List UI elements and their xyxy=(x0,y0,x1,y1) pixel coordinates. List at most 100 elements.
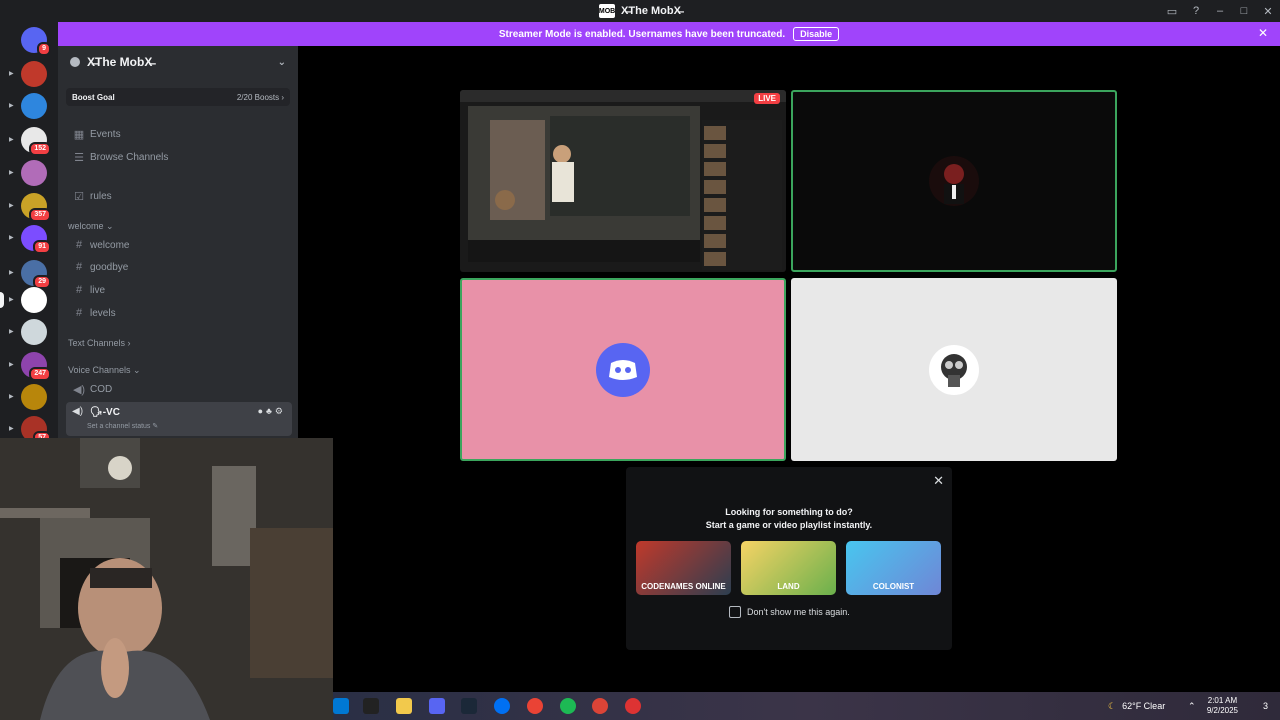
app-window: MOB X̶The MobX̶ ▭ ? – □ ✕ 9 ▶ ▶ 152 ▶ ▶ 357 ▶ 91… xyxy=(0,0,1280,720)
close-icon[interactable]: ✕ xyxy=(933,473,944,489)
game-label: COLONIST xyxy=(872,582,915,591)
chat-icon[interactable]: ● xyxy=(258,406,266,416)
disable-button[interactable]: Disable xyxy=(793,27,840,41)
server-blue-avatar-icon[interactable] xyxy=(21,93,47,119)
channel-live[interactable]: # live xyxy=(66,280,290,300)
unread-badge: 247 xyxy=(29,367,51,381)
clock-date: 9/2/2025 xyxy=(1206,706,1238,715)
rules-icon: ☑ xyxy=(74,190,84,203)
game-land[interactable]: LAND xyxy=(741,541,836,595)
close-icon[interactable]: ✕ xyxy=(1258,26,1268,40)
unread-indicator-icon: ▶ xyxy=(9,71,14,77)
server-white-hand-icon[interactable]: 152 xyxy=(21,127,51,156)
moon-icon: ☾ xyxy=(1108,700,1117,711)
unread-indicator-icon: ▶ xyxy=(9,103,14,109)
unread-indicator-icon: ▶ xyxy=(9,170,14,176)
unread-badge: 152 xyxy=(29,142,51,156)
server-mob-icon[interactable] xyxy=(21,287,47,313)
sidebar-item-browse[interactable]: ☰ Browse Channels xyxy=(66,147,290,167)
guild-name: X̶The MobX̶ xyxy=(87,55,153,69)
server-rail: 9▶▶152▶▶357▶91▶29▶▶▶247▶▶57▶ xyxy=(0,22,58,445)
participant-tile-speaking[interactable] xyxy=(791,90,1117,272)
channel-label: goodbye xyxy=(90,261,129,273)
channel-goodbye[interactable]: # goodbye xyxy=(66,257,290,277)
unread-indicator-icon: ▶ xyxy=(9,137,14,143)
webcam-video xyxy=(0,438,333,720)
webcam-overlay xyxy=(0,438,333,720)
sidebar-item-events[interactable]: ▦ Events xyxy=(66,124,290,144)
window-controls: ▭ ? – □ ✕ xyxy=(1160,0,1280,22)
unread-indicator-icon: ▶ xyxy=(9,394,14,400)
voice-stage: LIVE ✕ Looking for something to do? Star… xyxy=(298,46,1280,692)
masked-figure-icon xyxy=(944,164,964,204)
minimize-icon[interactable]: – xyxy=(1208,5,1232,17)
guild-header[interactable]: X̶The MobX̶ ⌄ xyxy=(58,46,298,78)
banner-text: Streamer Mode is enabled. Usernames have… xyxy=(498,28,786,40)
obs-icon[interactable] xyxy=(625,698,641,714)
chrome-icon[interactable] xyxy=(527,698,543,714)
unread-indicator-icon: ▶ xyxy=(9,270,14,276)
unread-badge: 91 xyxy=(33,240,51,254)
weather-text: 62°F Clear xyxy=(1122,701,1166,711)
unread-indicator-icon: ▶ xyxy=(9,362,14,368)
maximize-icon[interactable]: □ xyxy=(1232,5,1256,17)
game-label: LAND xyxy=(777,582,800,591)
battle-net-icon[interactable] xyxy=(494,698,510,714)
chrome-profile-icon[interactable] xyxy=(592,698,608,714)
epic-games-icon[interactable] xyxy=(363,698,379,714)
spotify-icon[interactable] xyxy=(560,698,576,714)
game-codenames[interactable]: CODENAMES ONLINE xyxy=(636,541,731,595)
steam-icon[interactable] xyxy=(461,698,477,714)
server-w-icon[interactable]: 91 xyxy=(21,225,51,254)
server-red-face-icon[interactable] xyxy=(21,61,47,87)
server-wings-icon[interactable] xyxy=(21,384,47,410)
server-anime-icon[interactable] xyxy=(21,160,47,186)
clock[interactable]: 2:01 AM 9/2/2025 xyxy=(1207,696,1238,716)
suggest-subheading: Start a game or video playlist instantly… xyxy=(705,520,873,530)
tray-chevron-icon[interactable]: ⌃ xyxy=(1188,692,1196,720)
discord-home-icon[interactable]: 9 xyxy=(21,27,51,56)
speaker-icon: ◀) xyxy=(72,383,86,396)
notification-icon[interactable]: 3 xyxy=(1263,692,1268,720)
close-icon[interactable]: ✕ xyxy=(1256,5,1280,18)
voice-channel-vc[interactable]: ◀) 🗣-VC Set a channel status ✎ ●♣⚙ xyxy=(66,402,292,436)
channel-label: rules xyxy=(90,190,112,202)
outlook-icon[interactable] xyxy=(333,698,349,714)
weather-widget[interactable]: ☾ 62°F Clear xyxy=(1108,692,1165,720)
stream-tile[interactable]: LIVE xyxy=(460,90,786,272)
file-explorer-icon[interactable] xyxy=(396,698,412,714)
server-yellow-icon[interactable]: 357 xyxy=(21,193,51,222)
participant-tile-gasmask[interactable] xyxy=(791,278,1117,461)
channel-label: COD xyxy=(90,383,113,395)
dont-show-checkbox[interactable] xyxy=(729,606,741,618)
category-text-channels[interactable]: Text Channels › xyxy=(68,338,131,348)
chevron-down-icon[interactable]: ⌄ xyxy=(278,57,286,68)
category-voice-channels[interactable]: Voice Channels ⌄ xyxy=(68,365,141,376)
channel-cod[interactable]: ◀) COD xyxy=(66,379,290,399)
help-icon[interactable]: ? xyxy=(1184,5,1208,17)
discord-icon[interactable] xyxy=(429,698,445,714)
boost-goal[interactable]: Boost Goal 2/20 Boosts › xyxy=(66,88,290,106)
server-mixed-icon[interactable]: 29 xyxy=(21,260,51,289)
channel-label: welcome xyxy=(90,239,130,251)
channel-welcome[interactable]: # welcome xyxy=(66,235,290,255)
clock-time: 2:01 AM xyxy=(1207,696,1238,705)
avatar xyxy=(929,156,979,206)
participant-tile-default-avatar[interactable] xyxy=(460,278,786,461)
channel-levels[interactable]: # levels xyxy=(66,303,290,323)
invite-icon[interactable]: ♣ xyxy=(266,406,275,416)
server-cartoon-icon[interactable] xyxy=(21,319,47,345)
calendar-icon: ▦ xyxy=(73,128,85,141)
guild-icon xyxy=(70,57,80,67)
gear-icon[interactable]: ⚙ xyxy=(275,406,286,416)
game-colonist[interactable]: COLONIST xyxy=(846,541,941,595)
channel-rules[interactable]: ☑ rules xyxy=(66,186,290,206)
category-welcome[interactable]: welcome ⌄ xyxy=(68,221,114,232)
channel-status[interactable]: Set a channel status ✎ xyxy=(87,422,158,430)
activity-suggestion-panel: ✕ Looking for something to do? Start a g… xyxy=(626,467,952,650)
server-gamer-icon[interactable]: 247 xyxy=(21,352,51,381)
inbox-icon[interactable]: ▭ xyxy=(1160,5,1184,18)
sidebar-item-label: Browse Channels xyxy=(90,151,169,163)
channel-sidebar: X̶The MobX̶ ⌄ Boost Goal 2/20 Boosts › ▦… xyxy=(58,46,298,438)
stream-thumbnail xyxy=(460,90,786,270)
